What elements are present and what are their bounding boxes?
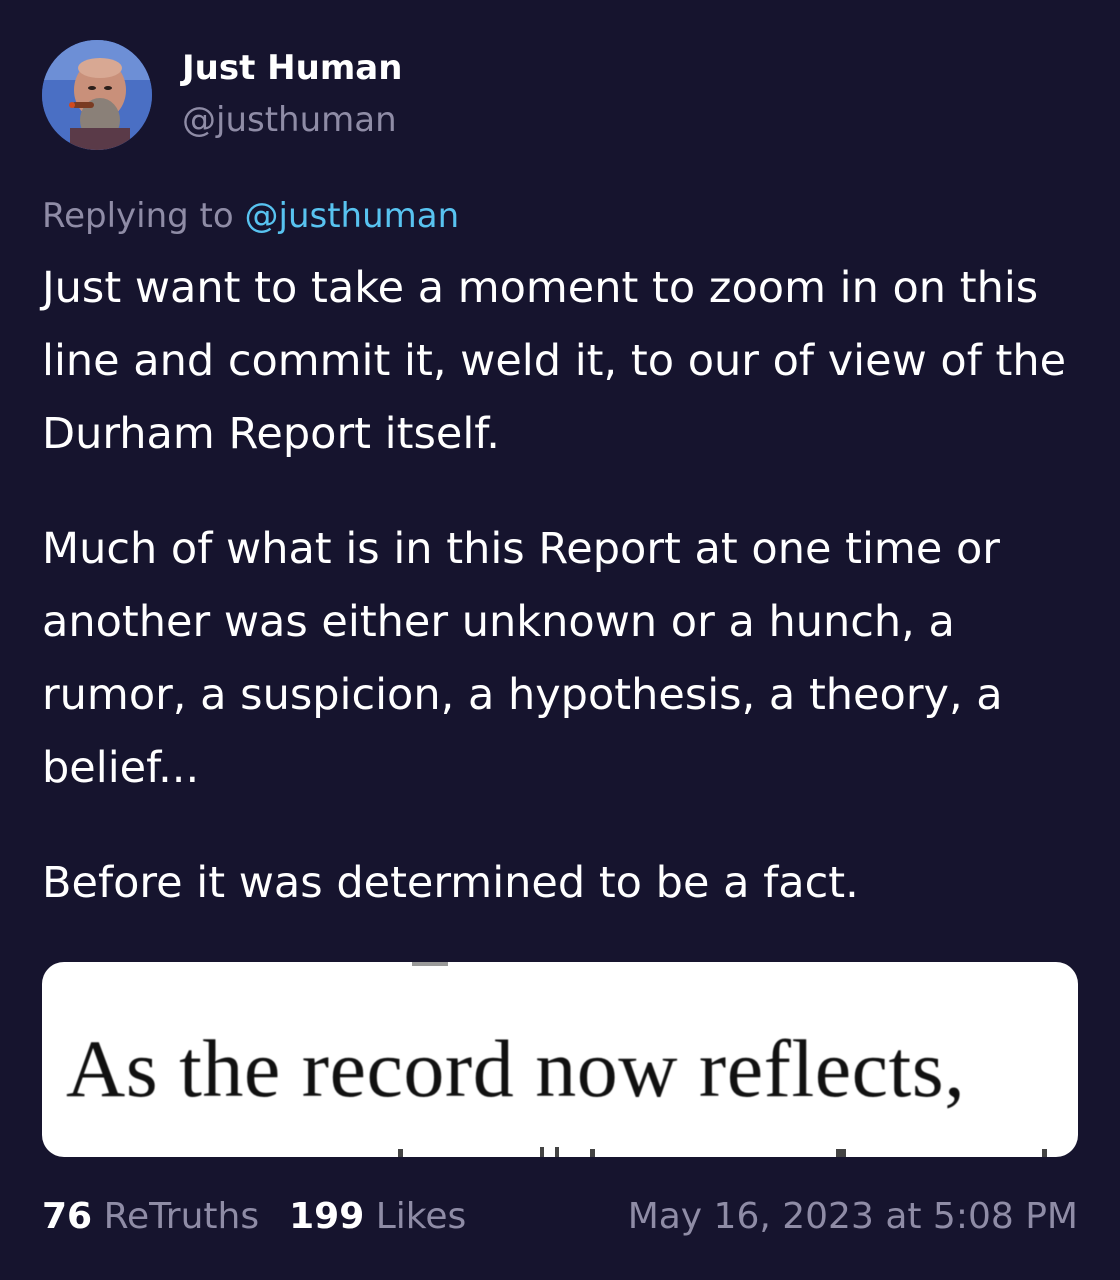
author-display-name[interactable]: Just Human	[182, 48, 402, 88]
replying-to-label: Replying to	[42, 196, 234, 236]
likes-count: 199	[289, 1196, 365, 1237]
retruths-stat[interactable]: 76 ReTruths	[42, 1196, 259, 1237]
likes-label: Likes	[375, 1196, 467, 1237]
author-handle[interactable]: @justhuman	[182, 100, 397, 140]
post-media-image[interactable]: As the record now reflects,	[42, 962, 1078, 1157]
avatar-image	[42, 40, 152, 150]
reply-mention-link[interactable]: @justhuman	[245, 196, 460, 236]
media-cropped-text-bottom	[398, 1147, 1047, 1157]
retruths-count: 76	[42, 1196, 93, 1237]
post-stats: 76 ReTruths 199 Likes	[42, 1196, 496, 1237]
post-card: Just Human @justhuman Replying to @justh…	[0, 0, 1120, 1280]
avatar[interactable]	[42, 40, 152, 150]
replying-to: Replying to @justhuman	[42, 196, 459, 236]
post-paragraph: Just want to take a moment to zoom in on…	[42, 263, 1067, 459]
media-cropped-text-top	[412, 962, 448, 966]
post-paragraph: Before it was determined to be a fact.	[42, 858, 859, 908]
post-timestamp[interactable]: May 16, 2023 at 5:08 PM	[628, 1196, 1078, 1237]
media-caption-text: As the record now reflects,	[66, 1023, 966, 1114]
likes-stat[interactable]: 199 Likes	[289, 1196, 466, 1237]
post-paragraph: Much of what is in this Report at one ti…	[42, 524, 1003, 793]
retruths-label: ReTruths	[103, 1196, 260, 1237]
